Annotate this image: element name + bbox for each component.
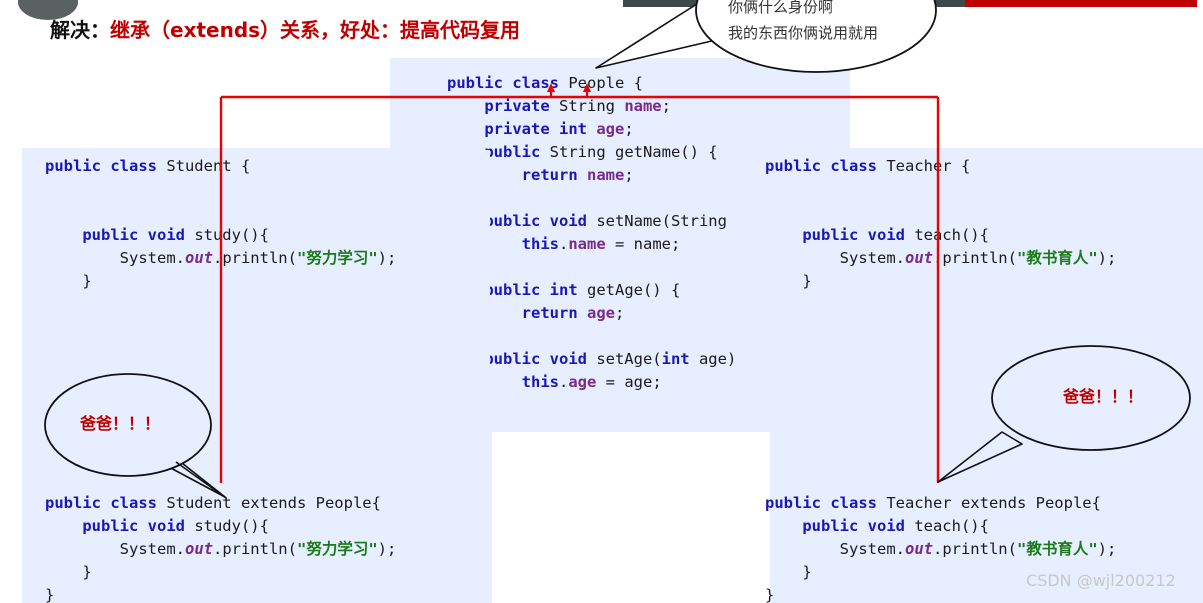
code-line: private int age;	[484, 120, 634, 138]
code-line: }	[45, 563, 92, 581]
code-line: System.out.println("努力学习");	[45, 249, 397, 267]
speech-bubble-left-text: 爸爸！！！	[80, 414, 161, 433]
code-block-student-extends: public class Student extends People{ pub…	[45, 492, 396, 603]
page-title-main: 继承（extends）关系，好处：提高代码复用	[110, 18, 521, 42]
speech-bubble-top-line1: 你俩什么身份啊	[728, 0, 834, 16]
code-line: }	[765, 272, 812, 290]
code-line: public class Teacher {	[765, 157, 971, 175]
code-line: }	[765, 586, 775, 603]
code-line: }	[45, 586, 55, 603]
code-line: private String name;	[484, 97, 671, 115]
code-block-teacher-top: public class Teacher { public void teach…	[765, 155, 1116, 293]
code-line: System.out.println("努力学习");	[45, 540, 397, 558]
watermark: CSDN @wjl200212	[1026, 571, 1176, 590]
center-code-mask	[390, 150, 490, 432]
code-line: }	[765, 563, 812, 581]
speech-bubble-top-line2: 我的东西你俩说用就用	[728, 24, 879, 42]
code-line: }	[45, 272, 92, 290]
page-title-prefix: 解决：	[50, 18, 110, 42]
code-line: System.out.println("教书育人");	[765, 540, 1117, 558]
slide-canvas: 解决：继承（extends）关系，好处：提高代码复用 public class …	[0, 0, 1203, 603]
code-line: public void teach(){	[802, 226, 989, 244]
code-line: public class People {	[447, 74, 643, 92]
code-line: public class Teacher extends People{	[765, 494, 1101, 512]
code-block-people: public class People { private String nam…	[447, 72, 736, 394]
code-line: public void study(){	[82, 517, 269, 535]
center-white-gap	[492, 432, 770, 603]
speech-bubble-right-text: 爸爸！！！	[1063, 387, 1144, 406]
code-line: public void setAge(int age)	[484, 350, 737, 368]
page-title: 解决：继承（extends）关系，好处：提高代码复用	[50, 14, 520, 43]
code-block-student-top: public class Student { public void study…	[45, 155, 396, 293]
code-line: public void teach(){	[802, 517, 989, 535]
code-line: public void study(){	[82, 226, 269, 244]
code-line: public class Student {	[45, 157, 251, 175]
top-bar-red	[965, 0, 1197, 7]
code-line: System.out.println("教书育人");	[765, 249, 1117, 267]
code-line: public class Student extends People{	[45, 494, 381, 512]
